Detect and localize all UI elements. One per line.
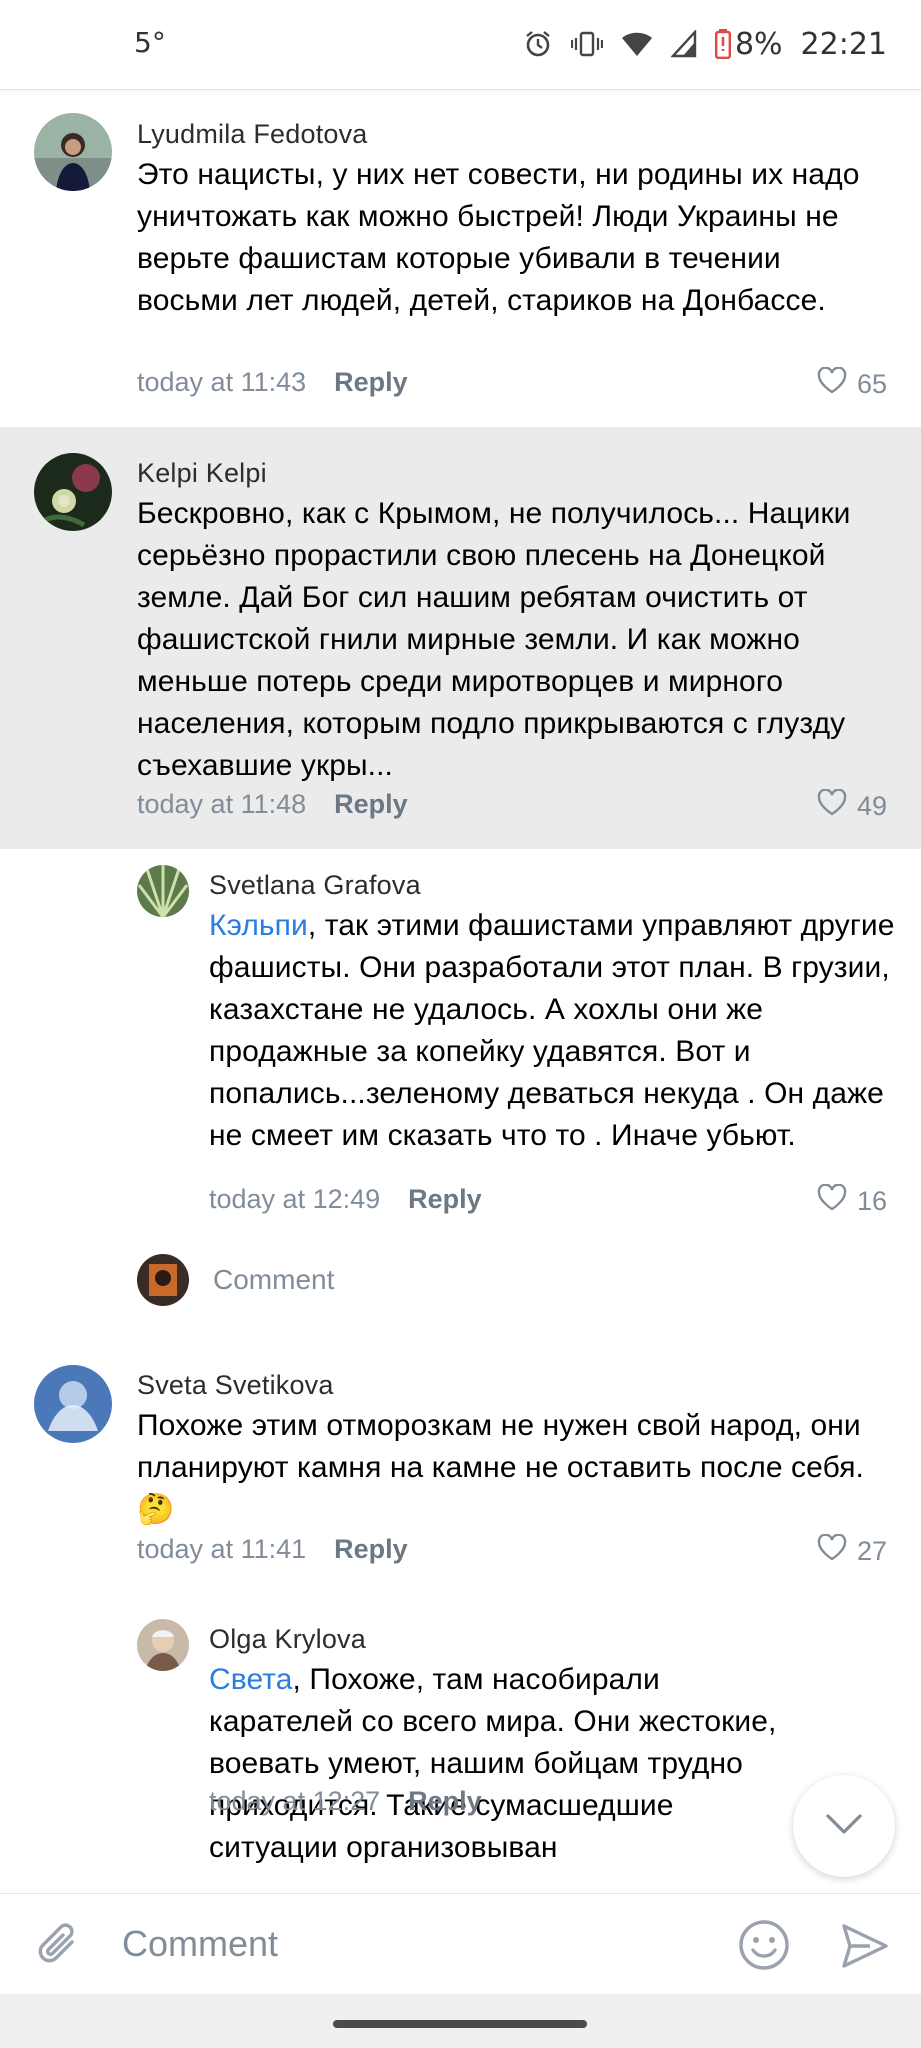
system-nav-bar [0,1994,921,2048]
battery-low-icon [714,29,731,59]
heart-icon [817,1183,847,1218]
comment-author[interactable]: Olga Krylova [209,1624,366,1655]
comment-author[interactable]: Kelpi Kelpi [137,458,267,489]
comment-text-body: Похоже этим отморозкам не нужен свой нар… [137,1409,864,1484]
comment-meta: today at 12:49 Reply [209,1184,482,1215]
comment-text-body: , Похоже, там насобирали карателей со вс… [209,1663,777,1864]
comment-time: today at 11:43 [137,367,307,397]
mention-link[interactable]: Света [209,1663,293,1696]
avatar[interactable] [34,453,112,531]
status-icons: 8% 22:21 [523,24,887,64]
reply-button[interactable]: Reply [408,1786,482,1817]
like-count: 65 [856,368,887,399]
reply-button[interactable]: Reply [334,1534,408,1565]
comment-item: Sveta Svetikova Похоже этим отморозкам н… [0,1331,921,1631]
heart-icon [817,1533,847,1568]
battery-percent: 8% [734,26,783,62]
comment-item: Lyudmila Fedotova Это нацисты, у них нет… [0,91,921,426]
smile-icon[interactable] [737,1918,791,1977]
comment-input[interactable]: Comment [122,1894,278,1994]
comment-text: Кэльпи, так этими фашистами управляют др… [209,905,899,1157]
thread-comment-prompt[interactable]: Comment [0,1240,921,1320]
reply-button[interactable]: Reply [408,1184,482,1215]
comment-meta: today at 11:41 Reply [137,1534,408,1565]
reply-comment-item: Svetlana Grafova Кэльпи, так этими фашис… [0,850,921,1240]
comment-text-body: , так этими фашистами управляют другие ф… [209,909,895,1152]
like-button[interactable]: 49 [817,788,887,823]
comments-feed[interactable]: Lyudmila Fedotova Это нацисты, у них нет… [0,91,921,1891]
send-icon[interactable] [840,1922,888,1975]
signal-icon [670,30,697,58]
avatar[interactable] [34,1365,112,1443]
comment-author[interactable]: Svetlana Grafova [209,870,421,901]
reply-comment-item: Olga Krylova Света, Похоже, там насобира… [0,1611,921,1891]
reply-button[interactable]: Reply [334,367,408,398]
thinking-face-emoji: 🤔 [137,1493,175,1526]
weather-temperature: 5° [134,26,166,59]
thread-comment-label[interactable]: Comment [213,1264,334,1296]
wifi-icon [621,30,653,58]
attach-icon[interactable] [34,1920,84,1975]
avatar[interactable] [34,113,112,191]
like-button[interactable]: 65 [817,366,887,401]
vibrate-icon [570,29,603,59]
heart-icon [817,366,847,401]
comment-composer: Comment [0,1893,921,1993]
comment-item-highlighted: Kelpi Kelpi Бескровно, как с Крымом, не … [0,427,921,849]
reply-button[interactable]: Reply [334,789,408,820]
my-avatar [137,1254,189,1306]
clock: 22:21 [800,26,887,62]
chevron-down-icon [824,1812,864,1841]
comment-meta: today at 11:48 Reply [137,789,408,820]
comment-text: Это нацисты, у них нет совести, ни родин… [137,158,860,317]
like-count: 49 [856,790,887,821]
like-button[interactable]: 16 [817,1183,887,1218]
mention-link[interactable]: Кэльпи [209,909,308,942]
comment-author[interactable]: Sveta Svetikova [137,1370,334,1401]
avatar[interactable] [137,865,189,917]
alarm-icon [523,29,553,59]
status-bar: 5° 8% 22:21 [0,0,921,90]
comment-time: today at 11:48 [137,789,307,819]
home-indicator[interactable] [333,2020,587,2028]
comment-time: today at 12:49 [209,1184,381,1214]
comment-text: Света, Похоже, там насобирали карателей … [209,1659,809,1869]
like-count: 16 [856,1185,887,1216]
comment-meta: today at 11:43 Reply [137,367,408,398]
comment-meta: today at 12:27 Reply [209,1786,482,1817]
like-button[interactable]: 27 [817,1533,887,1568]
scroll-down-button[interactable] [793,1775,895,1877]
battery-indicator: 8% [714,26,783,62]
comment-time: today at 11:41 [137,1534,307,1564]
comment-time: today at 12:27 [209,1786,381,1816]
comment-text: Бескровно, как с Крымом, не получилось..… [137,497,851,782]
avatar[interactable] [137,1619,189,1671]
comment-text: Похоже этим отморозкам не нужен свой нар… [137,1405,897,1531]
comment-author[interactable]: Lyudmila Fedotova [137,119,368,150]
heart-icon [817,788,847,823]
like-count: 27 [856,1535,887,1566]
